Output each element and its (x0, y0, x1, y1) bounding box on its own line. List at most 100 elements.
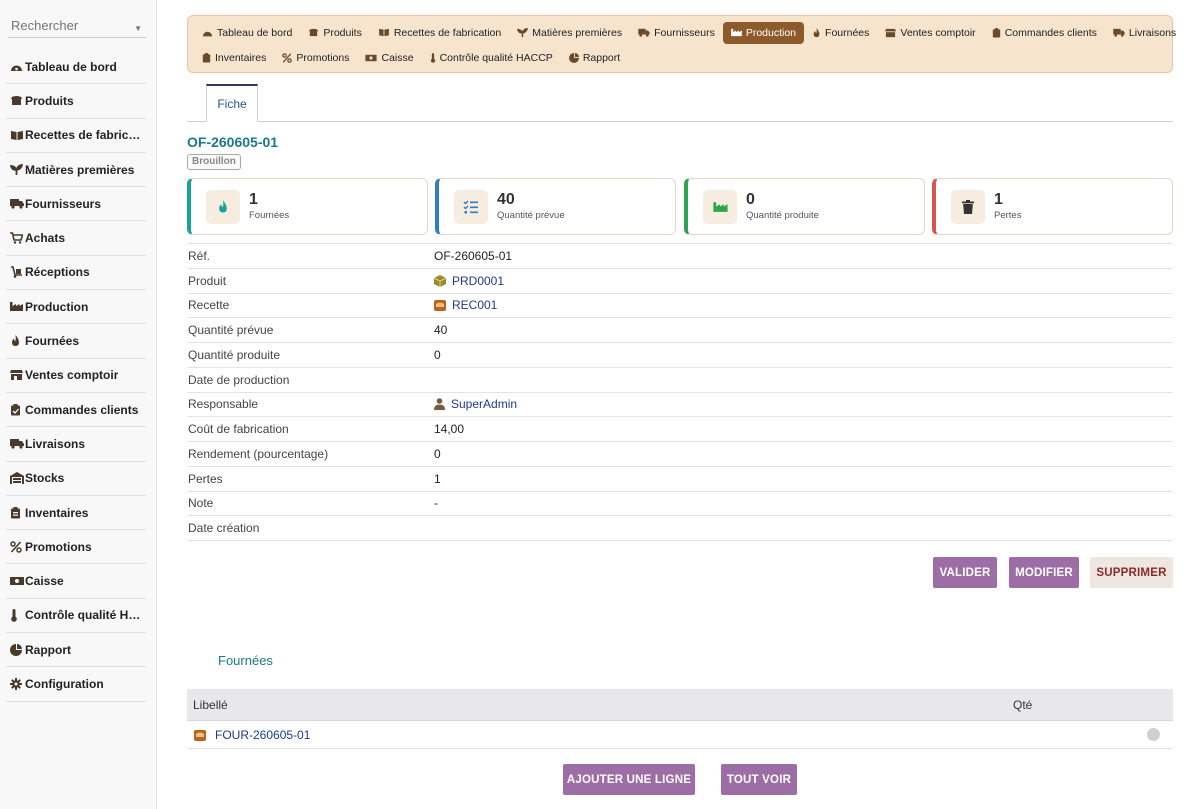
field-row: Recette REC001 (187, 294, 1173, 319)
sidebar-item-dashboard[interactable]: Tableau de bord (6, 50, 146, 85)
table-row[interactable]: FOUR-260605-01 (187, 721, 1173, 749)
book-icon (6, 130, 25, 141)
topmenu-item-suppliers[interactable]: Fournisseurs (630, 22, 723, 44)
search-input[interactable] (8, 8, 128, 33)
topmenu-item-label: Matières premières (532, 26, 623, 39)
sidebar-item-inventories[interactable]: Inventaires (6, 496, 146, 531)
pie-chart-icon (6, 643, 25, 656)
topmenu-item-label: Commandes clients (1004, 26, 1097, 39)
topmenu-item-customer-orders[interactable]: Commandes clients (984, 22, 1105, 44)
column-header-label: Libellé (193, 697, 228, 712)
sidebar-item-purchases[interactable]: Achats (6, 221, 146, 256)
batches-section-title: Fournées (218, 653, 273, 668)
sidebar-item-suppliers[interactable]: Fournisseurs (6, 187, 146, 222)
topmenu-item-recipes[interactable]: Recettes de fabrication (370, 22, 509, 44)
field-label: Date de production (188, 372, 290, 387)
topmenu-item-label: Production (745, 26, 797, 39)
topmenu-item-cash-register[interactable]: Caisse (357, 47, 421, 69)
chevron-down-icon[interactable]: ▼ (134, 24, 142, 33)
store-icon (6, 369, 25, 381)
sidebar-item-label: Ventes comptoir (25, 368, 119, 383)
user-icon (434, 398, 445, 411)
view-all-button[interactable]: TOUT VOIR (721, 764, 797, 795)
sidebar-item-receptions[interactable]: Réceptions (6, 256, 146, 291)
search-box[interactable]: ▼ (8, 8, 146, 38)
topmenu-item-quality-control[interactable]: Contrôle qualité HACCP (422, 47, 561, 69)
sidebar-item-production[interactable]: Production (6, 290, 146, 325)
validate-button[interactable]: VALIDER (933, 557, 997, 588)
delete-button[interactable]: SUPPRIMER (1090, 557, 1173, 588)
sidebar-item-report[interactable]: Rapport (6, 633, 146, 668)
tab-bar: Fiche (187, 84, 1173, 122)
sidebar-item-label: Tableau de bord (25, 59, 117, 74)
recipe-link[interactable]: REC001 (434, 298, 497, 312)
page-title: OF-260605-01 (187, 134, 279, 150)
field-row: Pertes 1 (187, 467, 1173, 492)
stat-label: Quantité produite (746, 210, 819, 221)
topmenu-item-raw-materials[interactable]: Matières premières (509, 22, 630, 44)
stat-value: 1 (249, 191, 258, 208)
list-check-icon (454, 190, 488, 224)
store-icon (885, 28, 897, 38)
responsible-name[interactable]: SuperAdmin (451, 397, 517, 411)
sidebar-item-raw-materials[interactable]: Matières premières (6, 153, 146, 188)
product-ref[interactable]: PRD0001 (452, 274, 504, 288)
field-row: Date de production (187, 368, 1173, 393)
topmenu-item-promotions[interactable]: Promotions (274, 47, 357, 69)
topmenu-item-batches[interactable]: Fournées (804, 22, 877, 44)
sidebar-item-recipes[interactable]: Recettes de fabrication (6, 119, 146, 153)
batch-link[interactable]: FOUR-260605-01 (215, 728, 310, 742)
modify-button[interactable]: MODIFIER (1009, 557, 1079, 588)
percent-icon (6, 541, 25, 553)
sidebar-item-label: Promotions (25, 539, 92, 554)
topmenu-item-production[interactable]: Production (722, 21, 805, 44)
topmenu-item-label: Inventaires (215, 51, 267, 64)
warehouse-icon (6, 472, 25, 485)
pie-chart-icon (568, 52, 579, 63)
user-link[interactable]: SuperAdmin (434, 397, 517, 411)
sidebar-item-promotions[interactable]: Promotions (6, 530, 146, 565)
sidebar-item-products[interactable]: Produits (6, 84, 146, 119)
sidebar-item-label: Rapport (25, 642, 71, 657)
sidebar-item-batches[interactable]: Fournées (6, 324, 146, 359)
status-dot (1147, 728, 1160, 741)
sidebar-item-cash-register[interactable]: Caisse (6, 564, 146, 599)
add-line-button[interactable]: AJOUTER UNE LIGNE (563, 764, 695, 795)
topmenu-item-inventories[interactable]: Inventaires (194, 47, 274, 69)
sidebar-item-stocks[interactable]: Stocks (6, 462, 146, 496)
sidebar-item-label: Caisse (25, 574, 64, 589)
sidebar-item-configuration[interactable]: Configuration (6, 667, 146, 702)
tab-fiche[interactable]: Fiche (206, 84, 258, 122)
field-value: OF-260605-01 (434, 248, 513, 263)
topmenu-item-label: Recettes de fabrication (393, 26, 502, 39)
money-icon (365, 54, 378, 62)
recipe-ref[interactable]: REC001 (452, 298, 497, 312)
topmenu-item-label: Ventes comptoir (900, 26, 976, 39)
percent-icon (282, 52, 293, 63)
field-label: Coût de fabrication (188, 422, 289, 437)
sidebar-item-customer-orders[interactable]: Commandes clients (6, 393, 146, 428)
topmenu-item-report[interactable]: Rapport (561, 47, 628, 69)
topmenu-item-deliveries[interactable]: Livraisons (1105, 22, 1184, 44)
status-badge: Brouillon (187, 154, 241, 170)
sidebar-item-counter-sales[interactable]: Ventes comptoir (6, 359, 146, 393)
topmenu-item-dashboard[interactable]: Tableau de bord (194, 22, 300, 44)
field-label: Produit (188, 273, 227, 288)
field-value: 0 (434, 347, 441, 362)
sidebar-item-label: Achats (25, 231, 66, 246)
stat-card-batches: 1 Fournées (187, 178, 428, 235)
sidebar-item-quality-control[interactable]: Contrôle qualité HA… (6, 599, 146, 634)
sidebar-item-label: Stocks (25, 471, 65, 486)
topmenu-item-counter-sales[interactable]: Ventes comptoir (877, 22, 983, 44)
topmenu-item-products[interactable]: Produits (300, 22, 370, 44)
field-label: Date création (188, 521, 260, 536)
product-link[interactable]: PRD0001 (434, 274, 504, 288)
sidebar-item-label: Production (25, 299, 89, 314)
cog-icon (6, 677, 25, 690)
stat-card-losses: 1 Pertes (932, 178, 1173, 235)
field-label: Responsable (188, 397, 259, 412)
field-label: Rendement (pourcentage) (188, 446, 329, 461)
sidebar-item-label: Configuration (25, 676, 104, 691)
trash-icon (951, 190, 985, 224)
sidebar-item-deliveries[interactable]: Livraisons (6, 427, 146, 462)
